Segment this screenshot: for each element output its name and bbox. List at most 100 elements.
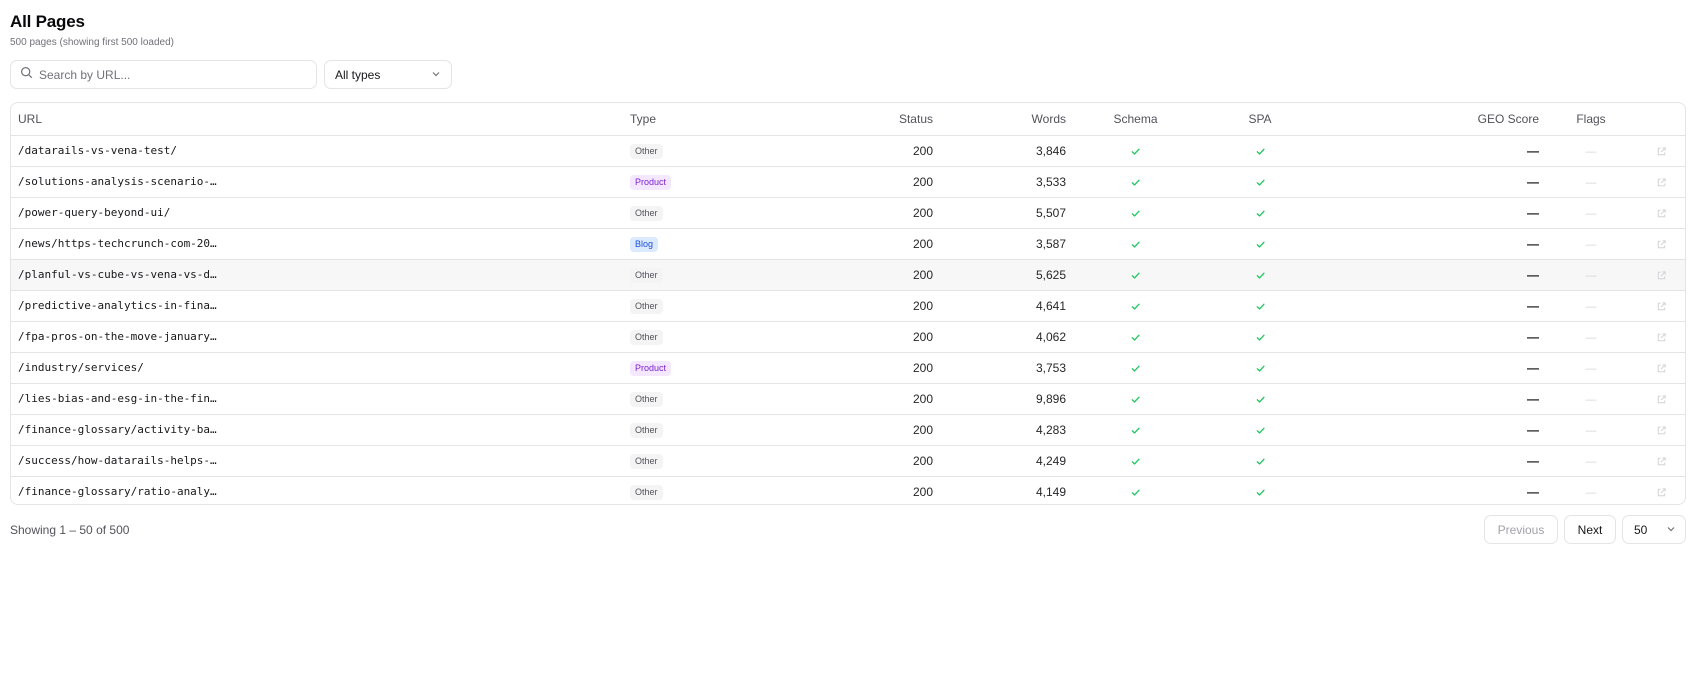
row-geo-score: — (1527, 298, 1539, 313)
check-icon (1255, 454, 1266, 468)
table-row[interactable]: /planful-vs-cube-vs-vena-vs-d… Other 200 5,… (11, 259, 1685, 291)
external-link-icon[interactable] (1656, 299, 1667, 313)
row-geo-score: — (1527, 329, 1539, 344)
check-icon (1130, 175, 1141, 189)
row-geo-score: — (1527, 174, 1539, 189)
check-icon (1130, 485, 1141, 499)
row-url[interactable]: /solutions-analysis-scenario-… (18, 175, 616, 188)
column-header-url[interactable]: URL (11, 103, 623, 136)
check-icon (1130, 330, 1141, 344)
row-words: 4,149 (940, 476, 1073, 504)
type-badge: Other (630, 205, 663, 221)
row-flags: — (1585, 424, 1597, 437)
column-header-schema[interactable]: Schema (1073, 103, 1198, 136)
table-footer: Showing 1 – 50 of 500 Previous Next 50 (10, 515, 1686, 544)
type-filter-value: All types (335, 67, 381, 82)
table-row[interactable]: /news/https-techcrunch-com-20… Blog 200 3,5… (11, 228, 1685, 260)
external-link-icon[interactable] (1656, 237, 1667, 251)
page-subtitle: 500 pages (showing first 500 loaded) (10, 37, 174, 48)
row-url[interactable]: /power-query-beyond-ui/ (18, 206, 616, 219)
row-url[interactable]: /lies-bias-and-esg-in-the-fin… (18, 392, 616, 405)
external-link-icon[interactable] (1656, 361, 1667, 375)
row-url[interactable]: /industry/services/ (18, 361, 616, 374)
check-icon (1255, 206, 1266, 220)
table-row[interactable]: /lies-bias-and-esg-in-the-fin… Other 200 9,… (11, 383, 1685, 415)
pages-table-container[interactable]: URL Type Status Words Schema SPA GEO Sco… (10, 102, 1686, 505)
external-link-icon[interactable] (1656, 485, 1667, 499)
row-words: 3,587 (940, 228, 1073, 260)
column-header-geo-score[interactable]: GEO Score (1322, 103, 1546, 136)
table-row[interactable]: /datarails-vs-vena-test/Other 200 3,846 — — (11, 135, 1685, 167)
row-flags: — (1585, 145, 1597, 158)
previous-button[interactable]: Previous (1484, 515, 1558, 544)
row-geo-score: — (1527, 205, 1539, 220)
column-header-spa[interactable]: SPA (1198, 103, 1322, 136)
check-icon (1130, 361, 1141, 375)
search-box[interactable] (10, 60, 317, 89)
table-row[interactable]: /industry/services/Product 200 3,753 — — (11, 352, 1685, 384)
row-geo-score: — (1527, 143, 1539, 158)
page-size-select[interactable]: 50 (1622, 515, 1686, 544)
row-url[interactable]: /success/how-datarails-helps-… (18, 454, 616, 467)
table-row[interactable]: /finance-glossary/ratio-analy… Other 200 4,… (11, 476, 1685, 504)
row-url[interactable]: /fpa-pros-on-the-move-january… (18, 330, 616, 343)
check-icon (1130, 454, 1141, 468)
table-row[interactable]: /solutions-analysis-scenario-… Product 200… (11, 166, 1685, 198)
row-url[interactable]: /planful-vs-cube-vs-vena-vs-d… (18, 268, 616, 281)
check-icon (1255, 268, 1266, 282)
next-button[interactable]: Next (1564, 515, 1616, 544)
row-flags: — (1585, 393, 1597, 406)
row-status: 200 (773, 290, 940, 322)
row-url[interactable]: /datarails-vs-vena-test/ (18, 144, 616, 157)
row-url[interactable]: /finance-glossary/ratio-analy… (18, 485, 616, 498)
table-row[interactable]: /predictive-analytics-in-fina… Other 200 4,… (11, 290, 1685, 322)
external-link-icon[interactable] (1656, 454, 1667, 468)
table-header-row: URL Type Status Words Schema SPA GEO Sco… (11, 103, 1685, 136)
row-words: 4,062 (940, 321, 1073, 353)
chevron-down-icon (431, 68, 441, 82)
type-badge: Other (630, 391, 663, 407)
external-link-icon[interactable] (1656, 206, 1667, 220)
table-row[interactable]: /success/how-datarails-helps-… Other 200 4,… (11, 445, 1685, 477)
check-icon (1130, 423, 1141, 437)
row-flags: — (1585, 331, 1597, 344)
filter-bar: All types (10, 60, 1686, 89)
type-badge: Other (630, 453, 663, 469)
external-link-icon[interactable] (1656, 175, 1667, 189)
external-link-icon[interactable] (1656, 268, 1667, 282)
row-status: 200 (773, 445, 940, 477)
row-status: 200 (773, 259, 940, 291)
search-input[interactable] (39, 67, 309, 82)
table-row[interactable]: /power-query-beyond-ui/Other 200 5,507 — — (11, 197, 1685, 229)
row-url[interactable]: /news/https-techcrunch-com-20… (18, 237, 616, 250)
column-header-type[interactable]: Type (623, 103, 773, 136)
page-title: All Pages (10, 12, 85, 31)
row-words: 3,533 (940, 166, 1073, 198)
row-words: 3,846 (940, 135, 1073, 167)
row-flags: — (1585, 269, 1597, 282)
external-link-icon[interactable] (1656, 423, 1667, 437)
row-flags: — (1585, 486, 1597, 499)
row-url[interactable]: /finance-glossary/activity-ba… (18, 423, 616, 436)
check-icon (1255, 392, 1266, 406)
row-flags: — (1585, 207, 1597, 220)
column-header-status[interactable]: Status (773, 103, 940, 136)
row-flags: — (1585, 238, 1597, 251)
row-flags: — (1585, 455, 1597, 468)
column-header-words[interactable]: Words (940, 103, 1073, 136)
external-link-icon[interactable] (1656, 144, 1667, 158)
external-link-icon[interactable] (1656, 330, 1667, 344)
row-status: 200 (773, 414, 940, 446)
row-url[interactable]: /predictive-analytics-in-fina… (18, 299, 616, 312)
search-icon (20, 66, 33, 84)
column-header-actions (1636, 103, 1685, 136)
column-header-flags[interactable]: Flags (1546, 103, 1636, 136)
check-icon (1130, 299, 1141, 313)
row-geo-score: — (1527, 360, 1539, 375)
type-filter-select[interactable]: All types (324, 60, 452, 89)
table-row[interactable]: /fpa-pros-on-the-move-january… Other 200 4,… (11, 321, 1685, 353)
table-row[interactable]: /finance-glossary/activity-ba… Other 200 4,… (11, 414, 1685, 446)
row-status: 200 (773, 476, 940, 504)
type-badge: Other (630, 422, 663, 438)
external-link-icon[interactable] (1656, 392, 1667, 406)
